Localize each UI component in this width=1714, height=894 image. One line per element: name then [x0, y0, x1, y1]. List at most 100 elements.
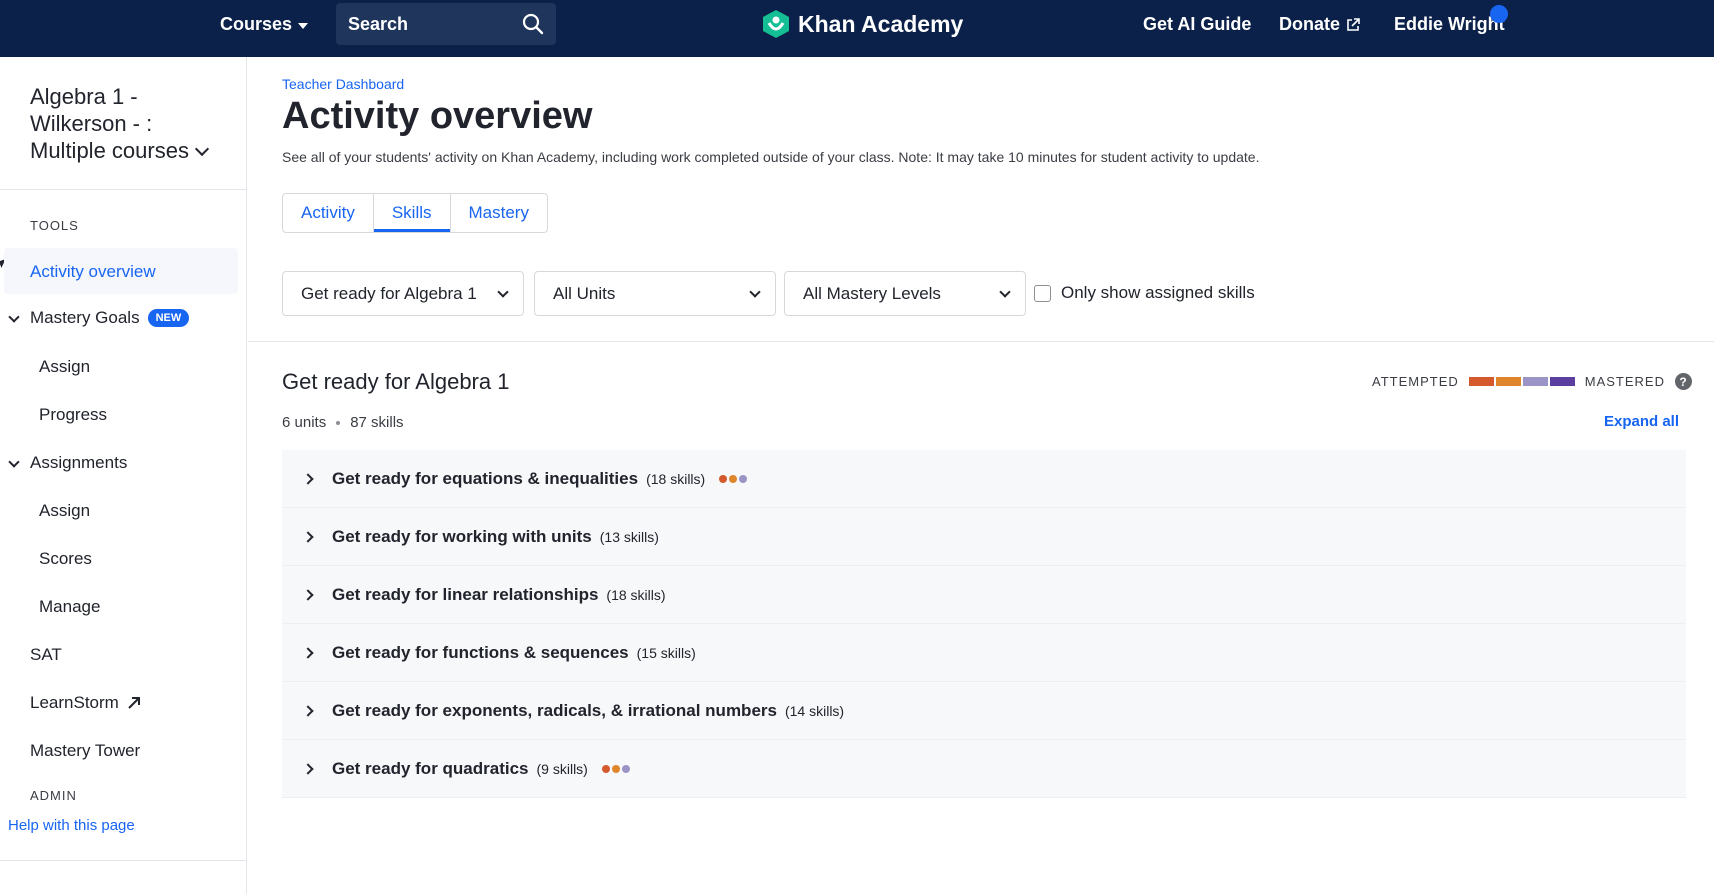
unit-row[interactable]: Get ready for equations & inequalities (1… [282, 450, 1686, 508]
sidebar-item-label: Activity overview [30, 262, 156, 281]
sidebar-item-sat[interactable]: SAT [30, 645, 62, 665]
unit-name: Get ready for exponents, radicals, & irr… [332, 700, 777, 720]
separator-dot [336, 420, 341, 425]
progress-dots [719, 474, 748, 483]
tab-skills[interactable]: Skills [373, 194, 451, 232]
donate-label: Donate [1279, 14, 1341, 34]
khan-academy-logo[interactable]: Khan Academy [762, 9, 963, 39]
search-input[interactable]: Search [336, 3, 556, 45]
chevron-right-icon [302, 472, 314, 485]
course-select[interactable]: Get ready for Algebra 1 [282, 271, 524, 316]
tab-activity[interactable]: Activity [283, 194, 374, 232]
progress-dots [601, 764, 630, 773]
checkbox-label: Only show assigned skills [1061, 283, 1255, 302]
chevron-down-icon[interactable] [8, 456, 20, 468]
user-menu[interactable]: Eddie Wright [1394, 14, 1505, 35]
expand-all-button[interactable]: Expand all [1604, 413, 1679, 430]
courses-label: Courses [220, 14, 293, 34]
checkbox-box[interactable] [1034, 284, 1051, 302]
mastery-level-select[interactable]: All Mastery Levels [784, 271, 1026, 316]
progress-dot [601, 764, 610, 773]
courses-menu[interactable]: Courses [220, 14, 309, 35]
legend-swatch [1495, 377, 1521, 386]
sidebar-item-label: Assign [39, 357, 91, 376]
assigned-skills-checkbox[interactable]: Only show assigned skills [1034, 283, 1255, 303]
unit-skill-count: (13 skills) [599, 528, 659, 545]
sidebar-item-label: Progress [39, 405, 108, 424]
sidebar-item-learnstorm[interactable]: LearnStorm [30, 693, 141, 713]
progress-dot [719, 474, 728, 483]
class-selector[interactable]: Algebra 1 - Wilkerson - : Multiple cours… [30, 83, 230, 164]
unit-name: Get ready for working with units [332, 526, 592, 546]
sidebar-item-mastery-goals[interactable]: Mastery Goals NEW [30, 308, 190, 328]
main-content: Teacher Dashboard Activity overview See … [248, 57, 1714, 894]
breadcrumb[interactable]: Teacher Dashboard [282, 76, 404, 92]
sidebar-divider [0, 189, 247, 190]
unit-name: Get ready for quadratics [332, 758, 529, 778]
page-title: Activity overview [282, 95, 593, 137]
get-ai-guide-link[interactable]: Get AI Guide [1143, 14, 1251, 35]
course-meta: 6 units 87 skills [282, 414, 404, 431]
chevron-right-icon [302, 704, 314, 717]
sidebar-item-mastery-assign[interactable]: Assign [39, 357, 90, 377]
skill-count: 87 skills [350, 414, 404, 431]
legend-swatch [1549, 377, 1575, 386]
sidebar-item-label: Manage [39, 597, 101, 616]
sidebar-item-mastery-progress[interactable]: Progress [39, 405, 107, 425]
chevron-down-icon[interactable] [8, 311, 20, 323]
sidebar-item-label: LearnStorm [30, 693, 119, 712]
ai-guide-label: Get AI Guide [1143, 14, 1252, 34]
sidebar: Algebra 1 - Wilkerson - : Multiple cours… [0, 57, 247, 894]
unit-count: 6 units [282, 414, 327, 431]
unit-skill-count: (15 skills) [636, 644, 696, 661]
chevron-down-icon [749, 285, 761, 298]
unit-row[interactable]: Get ready for linear relationships (18 sk… [282, 566, 1686, 624]
help-link[interactable]: Help with this page [8, 817, 135, 834]
legend-swatch [1468, 377, 1494, 386]
search-icon[interactable] [522, 13, 544, 35]
sidebar-item-assignments[interactable]: Assignments [30, 453, 127, 473]
sidebar-item-assignments-assign[interactable]: Assign [39, 501, 90, 521]
user-name: Eddie Wright [1394, 14, 1505, 34]
sidebar-item-label: SAT [30, 645, 62, 664]
khan-logo-icon [763, 10, 789, 38]
tab-mastery[interactable]: Mastery [451, 194, 547, 232]
question-icon[interactable]: ? [1675, 373, 1692, 390]
sidebar-item-label: Assign [39, 501, 91, 520]
sidebar-item-activity-overview[interactable]: Activity overview [30, 262, 156, 282]
sidebar-item-label: Scores [39, 549, 92, 568]
sidebar-item-label: Assignments [30, 453, 128, 472]
content-divider [248, 341, 1714, 342]
search-placeholder: Search [348, 13, 409, 34]
progress-dot [729, 474, 738, 483]
unit-name: Get ready for equations & inequalities [332, 468, 639, 488]
unit-row[interactable]: Get ready for exponents, radicals, & irr… [282, 682, 1686, 740]
caret-down-icon [298, 22, 309, 29]
tools-heading: TOOLS [30, 218, 79, 233]
sidebar-divider [0, 860, 247, 861]
course-select-value: Get ready for Algebra 1 [301, 283, 477, 303]
page-description: See all of your students' activity on Kh… [282, 149, 1260, 165]
units-select-value: All Units [553, 283, 616, 303]
view-tabs: Activity Skills Mastery [282, 193, 548, 233]
sidebar-item-label: Mastery Tower [30, 741, 141, 760]
sidebar-item-mastery-tower[interactable]: Mastery Tower [30, 741, 140, 761]
units-select[interactable]: All Units [534, 271, 776, 316]
progress-dot [739, 474, 748, 483]
admin-heading: ADMIN [30, 788, 77, 803]
sidebar-item-manage[interactable]: Manage [39, 597, 100, 617]
unit-skill-count: (9 skills) [536, 760, 588, 777]
donate-link[interactable]: Donate [1279, 14, 1360, 35]
unit-row[interactable]: Get ready for working with units (13 skil… [282, 508, 1686, 566]
sidebar-item-scores[interactable]: Scores [39, 549, 92, 569]
arrow-up-right-icon [128, 697, 140, 709]
top-navigation: Courses Search Khan Academy Get AI Guide… [0, 0, 1714, 57]
course-title: Get ready for Algebra 1 [282, 369, 510, 394]
unit-row[interactable]: Get ready for functions & sequences (15 s… [282, 624, 1686, 682]
chevron-down-icon [999, 285, 1011, 298]
unit-row[interactable]: Get ready for quadratics (9 skills) [282, 740, 1686, 798]
legend-mastered: MASTERED [1584, 374, 1665, 389]
unit-skill-count: (14 skills) [784, 702, 845, 719]
legend-color-bar [1468, 377, 1575, 386]
unit-list: Get ready for equations & inequalities (1… [282, 450, 1686, 798]
